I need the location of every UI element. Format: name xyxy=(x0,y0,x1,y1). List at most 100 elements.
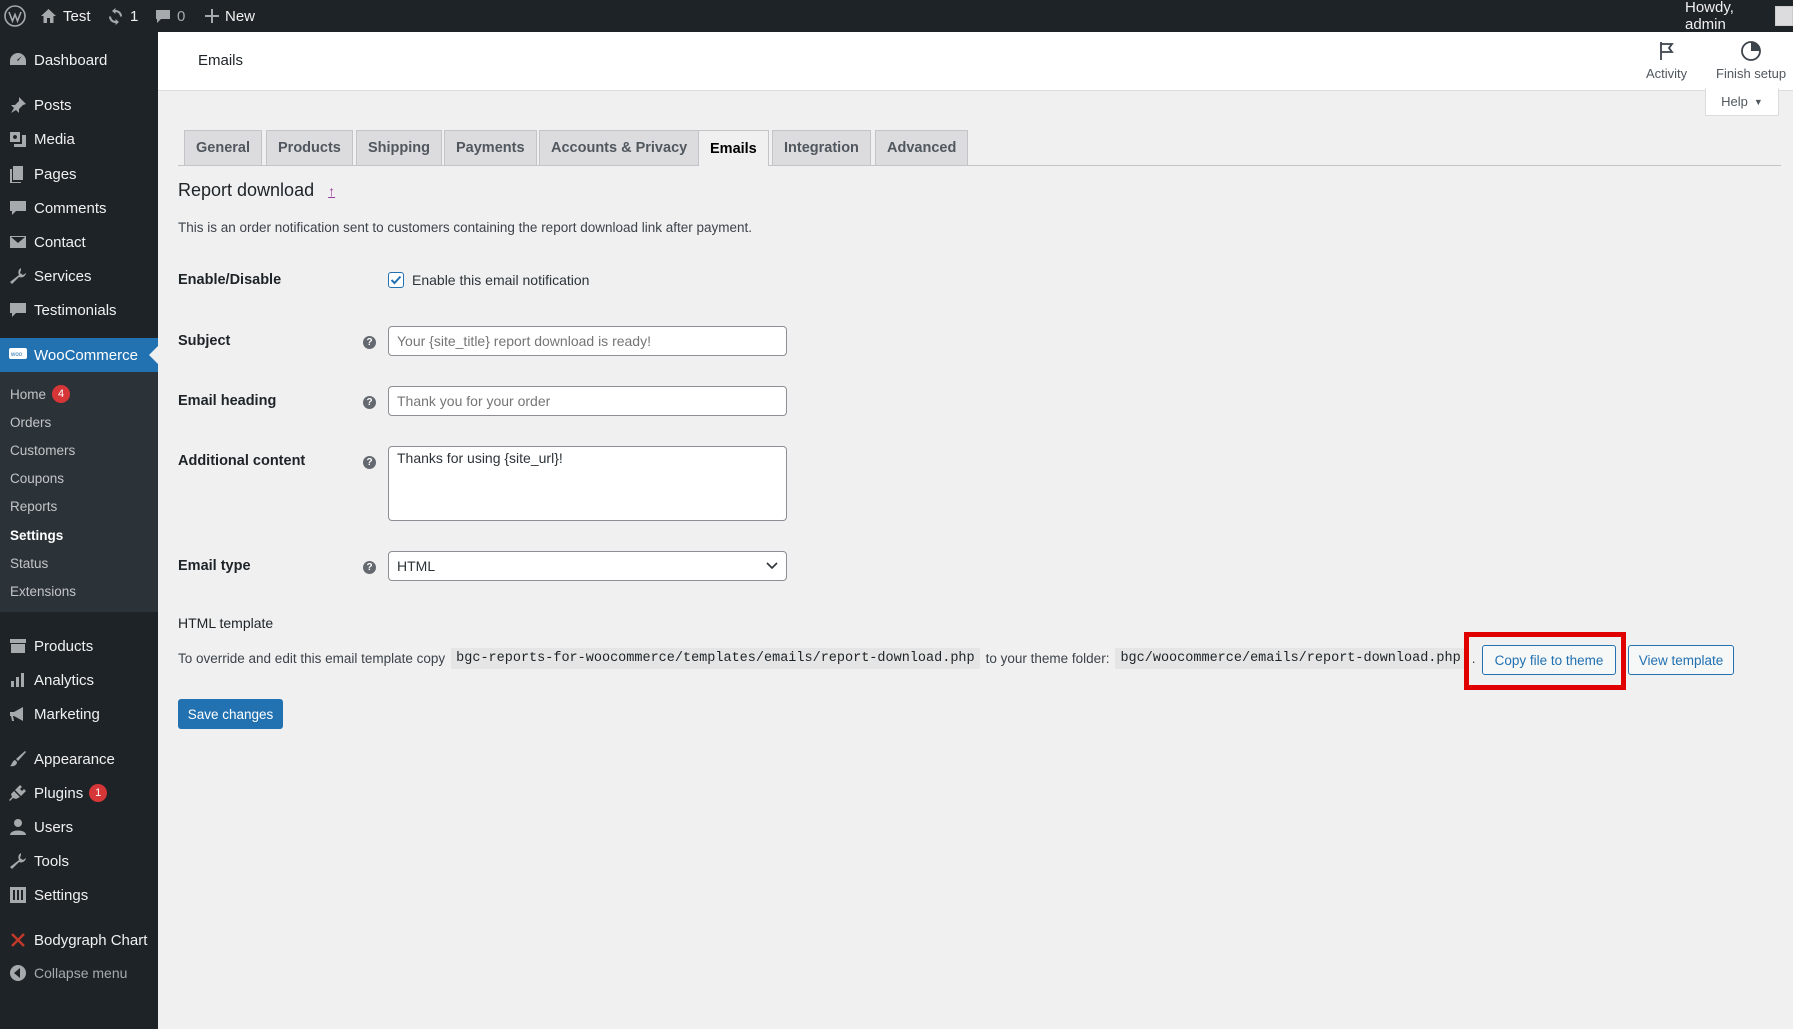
sidebar-item-label: Analytics xyxy=(34,671,95,689)
sidebar-item-tools[interactable]: Tools xyxy=(0,844,158,878)
brush-icon xyxy=(8,749,28,769)
new-label: New xyxy=(225,7,256,25)
sidebar-item-dashboard[interactable]: Dashboard xyxy=(0,43,158,77)
help-button[interactable]: Help ▼ xyxy=(1705,88,1779,116)
template-path: bgc-reports-for-woocommerce/templates/em… xyxy=(451,648,980,669)
tab-emails[interactable]: Emails xyxy=(698,130,769,166)
submenu-item-coupons[interactable]: Coupons xyxy=(10,471,64,486)
comment-icon xyxy=(8,300,28,320)
comment-icon xyxy=(8,198,28,218)
submenu-item-orders[interactable]: Orders xyxy=(10,415,51,430)
submenu-item-reports[interactable]: Reports xyxy=(10,499,57,514)
comments-link[interactable]: 0 xyxy=(155,0,185,32)
plus-icon xyxy=(205,9,219,23)
sidebar-item-services[interactable]: Services xyxy=(0,259,158,293)
template-instructions: To override and edit this email template… xyxy=(178,648,1475,669)
tab-shipping[interactable]: Shipping xyxy=(356,130,443,165)
sidebar-item-plugins[interactable]: Plugins 1 xyxy=(0,776,158,810)
section-title: Report download xyxy=(178,180,315,200)
submenu-item-customers[interactable]: Customers xyxy=(10,443,75,458)
woocommerce-submenu: Home 4 Orders Customers Coupons Reports … xyxy=(0,372,158,612)
template-text: To override and edit this email template… xyxy=(178,651,446,666)
comment-icon xyxy=(156,10,170,23)
megaphone-icon xyxy=(8,704,28,724)
notification-badge: 1 xyxy=(89,784,108,802)
highlight-box xyxy=(1464,632,1626,690)
tab-integration[interactable]: Integration xyxy=(772,130,871,165)
tab-payments[interactable]: Payments xyxy=(444,130,537,165)
tab-general[interactable]: General xyxy=(184,130,262,165)
enable-disable-label: Enable/Disable xyxy=(178,272,282,288)
woo-icon: woo xyxy=(8,345,28,365)
home-icon xyxy=(41,9,56,23)
activity-label: Activity xyxy=(1646,66,1688,81)
site-name-link[interactable]: Test xyxy=(40,0,91,32)
collapse-icon xyxy=(8,963,28,983)
help-tip-icon[interactable]: ? xyxy=(363,561,376,574)
archive-icon xyxy=(8,636,28,656)
dashboard-icon xyxy=(8,50,28,70)
sidebar-item-label: Pages xyxy=(34,165,77,183)
enable-checkbox[interactable] xyxy=(388,272,404,288)
html-template-heading: HTML template xyxy=(178,615,274,631)
flag-icon xyxy=(1659,42,1674,60)
email-type-value: HTML xyxy=(397,558,436,574)
finish-setup-button[interactable]: Finish setup xyxy=(1716,40,1786,81)
sidebar-item-analytics[interactable]: Analytics xyxy=(0,663,158,697)
additional-content-textarea[interactable]: Thanks for using {site_url}! xyxy=(388,446,787,521)
help-tip-icon[interactable]: ? xyxy=(363,336,376,349)
sidebar-item-media[interactable]: Media xyxy=(0,122,158,156)
sidebar-item-bodygraph-chart[interactable]: Bodygraph Chart xyxy=(0,923,158,957)
submenu-item-settings[interactable]: Settings xyxy=(10,528,63,543)
sidebar-item-testimonials[interactable]: Testimonials xyxy=(0,293,158,327)
email-heading-label: Email heading xyxy=(178,393,277,409)
sidebar-item-label: Plugins xyxy=(34,784,84,802)
sidebar-item-woocommerce[interactable]: woo WooCommerce xyxy=(0,338,158,372)
updates-link[interactable]: 1 xyxy=(107,0,138,32)
sidebar-item-pages[interactable]: Pages xyxy=(0,157,158,191)
sidebar-item-products[interactable]: Products xyxy=(0,629,158,663)
admin-sidebar: Dashboard Posts Media Pages Comments Con… xyxy=(0,32,158,1029)
submenu-label: Settings xyxy=(10,528,64,543)
help-tip-icon[interactable]: ? xyxy=(363,456,376,469)
page-header: Emails Activity Finish setup xyxy=(158,32,1793,91)
submenu-item-home[interactable]: Home 4 xyxy=(10,385,71,403)
wordpress-logo-icon[interactable] xyxy=(4,0,26,32)
sidebar-item-contact[interactable]: Contact xyxy=(0,225,158,259)
user-account-link[interactable]: Howdy, admin xyxy=(1685,0,1793,33)
activity-button[interactable]: Activity xyxy=(1646,40,1687,81)
sidebar-item-label: Products xyxy=(34,637,94,655)
sidebar-item-label: Appearance xyxy=(34,750,115,768)
sidebar-item-users[interactable]: Users xyxy=(0,810,158,844)
sidebar-item-comments[interactable]: Comments xyxy=(0,191,158,225)
subject-input[interactable] xyxy=(388,326,787,356)
enable-checkbox-label[interactable]: Enable this email notification xyxy=(412,272,589,288)
collapse-menu-button[interactable]: Collapse menu xyxy=(0,956,158,990)
sidebar-item-marketing[interactable]: Marketing xyxy=(0,697,158,731)
email-type-select[interactable]: HTML xyxy=(388,551,787,581)
submenu-label: Home xyxy=(10,386,47,402)
back-arrow-icon[interactable]: ↑ xyxy=(328,183,335,199)
section-description: This is an order notification sent to cu… xyxy=(178,220,753,235)
tab-products[interactable]: Products xyxy=(266,130,353,165)
tab-accounts-privacy[interactable]: Accounts & Privacy xyxy=(539,130,700,165)
bar-chart-icon xyxy=(8,670,28,690)
additional-content-label: Additional content xyxy=(178,453,306,469)
sidebar-item-appearance[interactable]: Appearance xyxy=(0,742,158,776)
wrench-icon xyxy=(8,266,28,286)
help-tip-icon[interactable]: ? xyxy=(363,396,376,409)
submenu-item-extensions[interactable]: Extensions xyxy=(10,584,76,599)
sidebar-item-label: Settings xyxy=(34,886,89,904)
help-label: Help xyxy=(1721,94,1748,109)
sidebar-item-posts[interactable]: Posts xyxy=(0,88,158,122)
sidebar-item-settings[interactable]: Settings xyxy=(0,878,158,912)
view-template-button[interactable]: View template xyxy=(1628,645,1734,675)
sidebar-item-label: Posts xyxy=(34,96,72,114)
chevron-down-icon xyxy=(766,562,778,570)
tab-advanced[interactable]: Advanced xyxy=(875,130,969,165)
submenu-item-status[interactable]: Status xyxy=(10,556,48,571)
submenu-label: Customers xyxy=(10,443,76,458)
new-content-link[interactable]: New xyxy=(205,0,255,32)
email-heading-input[interactable] xyxy=(388,386,787,416)
save-changes-button[interactable]: Save changes xyxy=(178,699,283,729)
